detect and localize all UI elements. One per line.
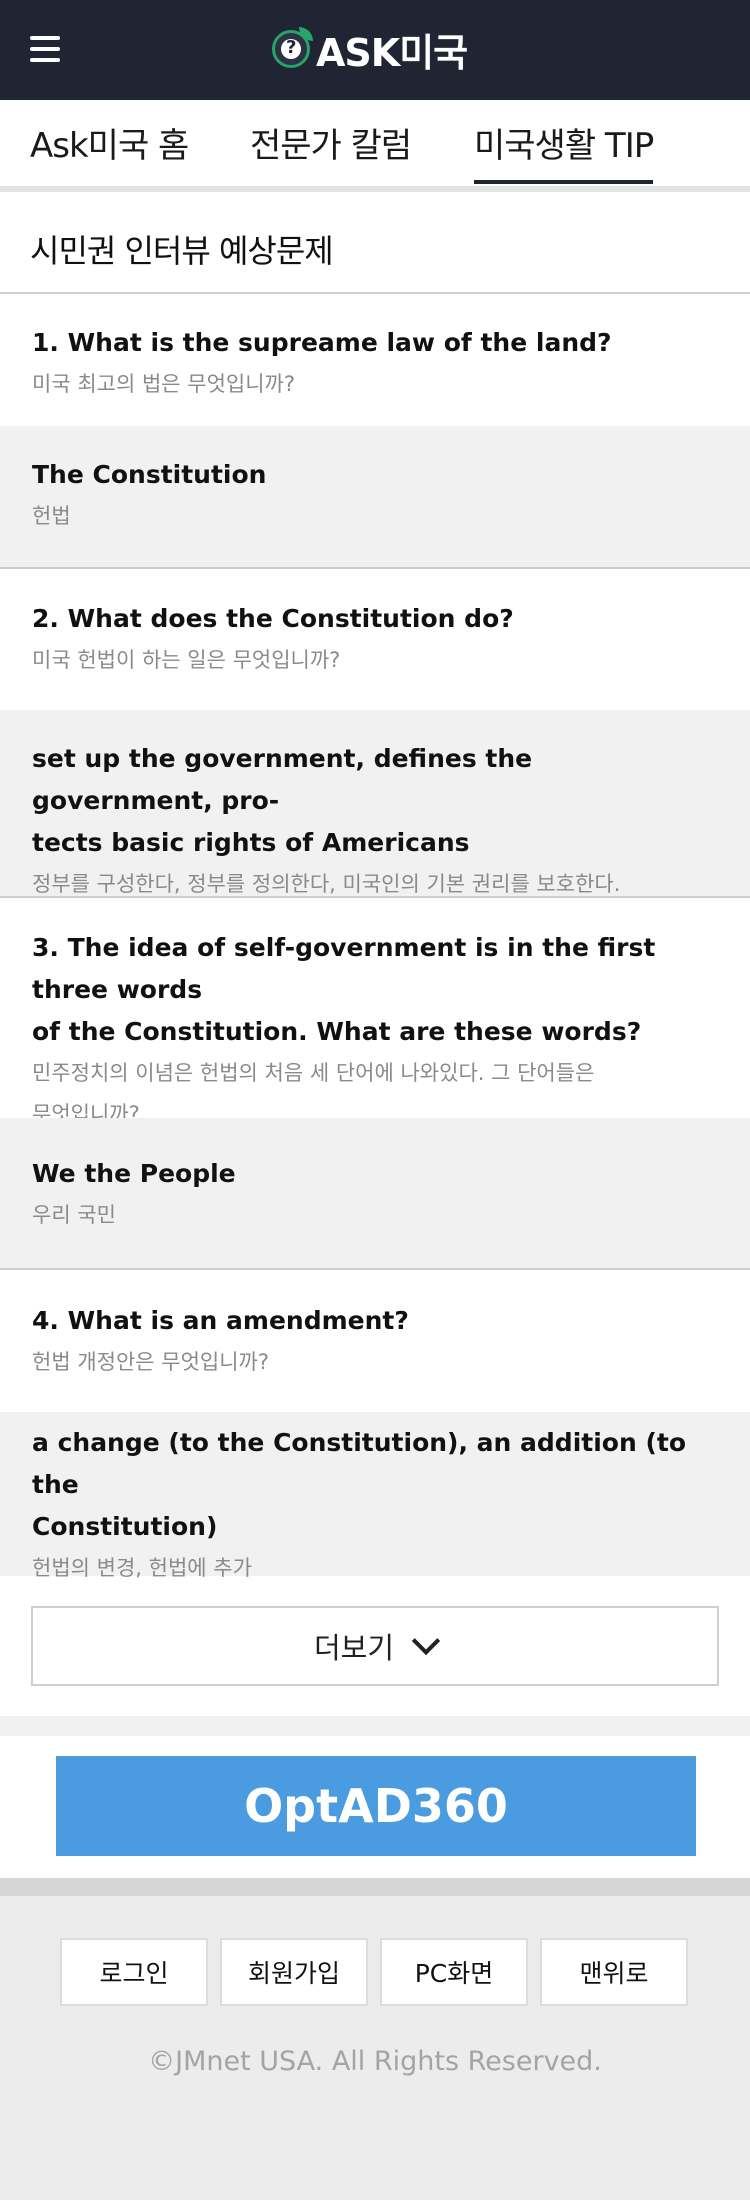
signup-button-label: 회원가입 [247,1959,340,1988]
answer-english-line: set up the government, defines the gover… [32,744,533,815]
hamburger-menu-icon[interactable] [30,36,60,62]
ad-banner[interactable]: OptAD360 [56,1756,696,1856]
answer-korean: 헌법의 변경, 헌법에 추가 [32,1556,252,1580]
login-button-label: 로그인 [99,1959,169,1988]
answer-english: We the People [32,1159,236,1188]
answer-english-line: a change (to the Constitution), an addit… [32,1428,687,1499]
pc-view-button-label: PC화면 [414,1959,494,1988]
chevron-down-icon [411,1626,441,1656]
question-korean: 헌법 개정안은 무엇입니까? [32,1350,270,1374]
answer-item: a change (to the Constitution), an addit… [0,1412,750,1580]
logo-text: ASK미국 [316,30,468,75]
divider [0,292,750,294]
answer-english-line: Constitution) [32,1512,218,1541]
question-english-line: of the Constitution. What are these word… [32,1017,642,1046]
more-button[interactable]: 더보기 [31,1606,719,1686]
nav-tabs: Ask미국 홈 전문가 칼럼 미국생활 TIP [0,100,750,192]
question-badge-icon [272,27,313,68]
question-item: 3. The idea of self-government is in the… [0,898,750,1126]
signup-button[interactable]: 회원가입 [220,1938,368,2006]
question-item: 1. What is the supreame law of the land?… [0,322,750,426]
question-english: 4. What is an amendment? [32,1306,409,1335]
tab-ask-home[interactable]: Ask미국 홈 [30,118,189,167]
question-korean: 미국 헌법이 하는 일은 무엇입니까? [32,648,341,672]
tab-us-life-tip[interactable]: 미국생활 TIP [474,118,654,184]
question-english: 2. What does the Constitution do? [32,604,514,633]
answer-korean: 우리 국민 [32,1203,116,1227]
answer-item: set up the government, defines the gover… [0,710,750,896]
answer-english: The Constitution [32,460,267,489]
section-spacer [0,1716,750,1736]
more-button-label: 더보기 [313,1631,395,1665]
footer: 로그인 회원가입 PC화면 맨위로 ©JMnet USA. All Rights… [0,1896,750,2200]
answer-english-line: tects basic rights of Americans [32,828,470,857]
page-title: 시민권 인터뷰 예상문제 [30,232,334,270]
login-button[interactable]: 로그인 [60,1938,208,2006]
footer-divider [0,1878,750,1896]
site-logo[interactable]: ASK미국 [272,24,468,75]
question-item: 2. What does the Constitution do? 미국 헌법이… [0,569,750,710]
question-english: 1. What is the supreame law of the land? [32,328,612,357]
question-korean: 미국 최고의 법은 무엇입니까? [32,372,296,396]
answer-item: We the People 우리 국민 [0,1118,750,1268]
pc-view-button[interactable]: PC화면 [380,1938,528,2006]
copyright-text: ©JMnet USA. All Rights Reserved. [148,2046,602,2077]
back-to-top-button[interactable]: 맨위로 [540,1938,688,2006]
back-to-top-button-label: 맨위로 [579,1959,649,1988]
top-app-bar: ASK미국 [0,0,750,100]
answer-korean: 헌법 [32,504,71,528]
question-item: 4. What is an amendment? 헌법 개정안은 무엇입니까? [0,1270,750,1412]
ad-label: OptAD360 [244,1779,508,1833]
question-english-line: 3. The idea of self-government is in the… [32,933,656,1004]
question-korean-line: 민주정치의 이념은 헌법의 처음 세 단어에 나와있다. 그 단어들은 [32,1061,595,1085]
tab-expert-column[interactable]: 전문가 칼럼 [250,118,412,167]
answer-item: The Constitution 헌법 [0,426,750,567]
